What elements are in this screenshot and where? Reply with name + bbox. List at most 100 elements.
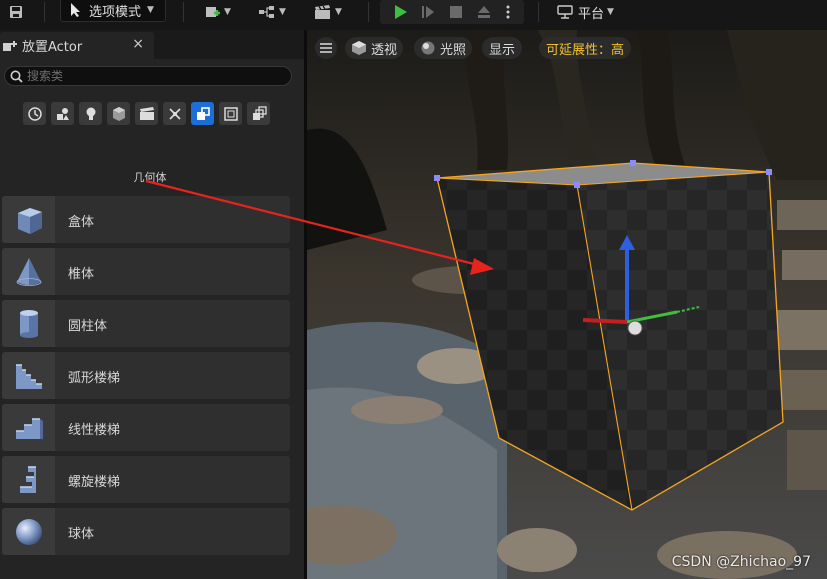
toolbar-divider <box>44 2 45 22</box>
play-icon <box>395 5 407 19</box>
actor-item-linear-stairs[interactable]: 线性楼梯 <box>2 404 290 451</box>
stop-button[interactable] <box>442 5 470 19</box>
thumbnail <box>2 404 55 451</box>
platform-button[interactable]: 平台 ▼ <box>549 0 621 24</box>
viewport-menu-button[interactable] <box>315 37 337 59</box>
view-mode-button[interactable]: 光照 <box>414 37 472 59</box>
actor-item-label: 椎体 <box>68 267 95 282</box>
search-icon <box>10 70 23 83</box>
category-basic[interactable] <box>51 102 74 125</box>
spiral-stairs-icon <box>19 465 36 493</box>
actor-item-label: 弧形楼梯 <box>68 371 121 386</box>
recent-icon <box>27 106 42 121</box>
save-icon <box>10 6 22 18</box>
shapes-icon <box>112 106 125 121</box>
panel-title: 放置Actor <box>22 40 83 55</box>
thumbnail <box>2 352 55 399</box>
search-box <box>4 66 292 86</box>
actor-item-curved-stairs[interactable]: 弧形楼梯 <box>2 352 290 399</box>
perspective-button[interactable]: 透视 <box>345 37 403 59</box>
scalability-label: 可延展性：高 <box>545 42 624 58</box>
panel-tab[interactable]: 放置Actor × <box>0 32 154 59</box>
perspective-label: 透视 <box>371 42 398 58</box>
actor-item-label: 圆柱体 <box>68 319 108 334</box>
play-button[interactable] <box>386 4 414 20</box>
platform-label: 平台 <box>578 6 605 22</box>
category-title: 几何体 <box>133 171 167 184</box>
chevron-down-icon: ▼ <box>279 7 286 17</box>
scalability-button[interactable]: 可延展性：高 <box>539 37 631 59</box>
toolbar-divider <box>538 2 539 22</box>
save-button[interactable] <box>4 0 28 24</box>
cinematics-button[interactable]: ▼ <box>308 0 348 24</box>
all-classes-icon <box>252 105 267 120</box>
category-geometry[interactable] <box>191 102 214 125</box>
stop-icon <box>450 6 462 18</box>
level-viewport[interactable]: 透视 光照 显示 可延展性：高 CSDN @Zhichao_97 <box>307 30 827 579</box>
more-options-icon <box>506 5 510 19</box>
play-options-button[interactable] <box>498 4 518 20</box>
toolbar-divider <box>368 2 369 22</box>
advance-frame-button[interactable] <box>414 4 442 20</box>
chevron-down-icon: ▼ <box>607 7 614 17</box>
step-forward-icon <box>422 6 434 18</box>
perspective-cube-icon <box>352 41 366 55</box>
add-actor-icon <box>206 7 221 17</box>
actor-item-label: 盒体 <box>68 215 95 230</box>
category-recent[interactable] <box>23 102 46 125</box>
viewport-scene <box>307 30 827 579</box>
actor-item-label: 球体 <box>68 527 95 542</box>
actor-item-label: 线性楼梯 <box>68 423 121 438</box>
thumbnail <box>2 508 55 555</box>
main-toolbar: 选项模式 ▼ ▼ ▼ ▼ 平台 ▼ <box>0 0 827 31</box>
box-icon <box>17 207 42 234</box>
panel-body: 几何体 盒体 椎体 圆柱体 <box>0 59 304 579</box>
search-input[interactable] <box>27 69 277 83</box>
lit-sphere-icon <box>421 41 435 55</box>
eject-button[interactable] <box>470 4 498 20</box>
category-lights[interactable] <box>79 102 102 125</box>
category-cinematic[interactable] <box>135 102 158 125</box>
curved-stairs-icon <box>15 363 42 389</box>
platform-icon <box>557 5 573 19</box>
volumes-icon <box>223 106 238 121</box>
clapperboard-icon <box>315 5 331 19</box>
actor-item-box[interactable]: 盒体 <box>2 196 290 243</box>
show-button[interactable]: 显示 <box>482 37 522 59</box>
mode-select-button[interactable]: 选项模式 ▼ <box>60 0 166 22</box>
category-bar <box>23 102 270 125</box>
geometry-icon <box>196 106 210 120</box>
linear-stairs-icon <box>15 417 43 439</box>
show-label: 显示 <box>488 42 515 58</box>
thumbnail <box>2 456 55 503</box>
add-content-button[interactable]: ▼ <box>196 0 238 24</box>
category-visual-effects[interactable] <box>163 102 186 125</box>
actor-item-sphere[interactable]: 球体 <box>2 508 290 555</box>
cylinder-icon <box>19 309 38 338</box>
hamburger-icon <box>320 43 332 53</box>
play-controls <box>380 0 524 24</box>
place-actors-panel: 放置Actor × 搜索类 几何体 盒体 椎体 圆柱体 弧形楼梯 线性楼梯 螺旋… <box>0 30 304 579</box>
chevron-down-icon: ▼ <box>147 5 154 15</box>
category-all-classes[interactable] <box>247 102 270 125</box>
lit-label: 光照 <box>440 42 467 58</box>
watermark: CSDN @Zhichao_97 <box>671 554 811 570</box>
actor-item-cylinder[interactable]: 圆柱体 <box>2 300 290 347</box>
close-icon[interactable]: × <box>132 36 144 52</box>
category-volumes[interactable] <box>219 102 242 125</box>
visual-effects-icon <box>168 107 181 120</box>
blueprint-button[interactable]: ▼ <box>252 0 292 24</box>
chevron-down-icon: ▼ <box>335 7 342 17</box>
cone-icon <box>16 257 41 286</box>
place-actors-icon <box>3 40 17 51</box>
thumbnail <box>2 300 55 347</box>
category-shapes[interactable] <box>107 102 130 125</box>
actor-item-cone[interactable]: 椎体 <box>2 248 290 295</box>
cinematic-icon <box>139 106 154 120</box>
selection-mode-icon <box>71 3 80 17</box>
blueprint-icon <box>259 6 275 18</box>
actor-item-spiral-stairs[interactable]: 螺旋楼梯 <box>2 456 290 503</box>
chevron-down-icon: ▼ <box>224 7 231 17</box>
lights-icon <box>86 107 95 120</box>
eject-icon <box>478 6 490 18</box>
